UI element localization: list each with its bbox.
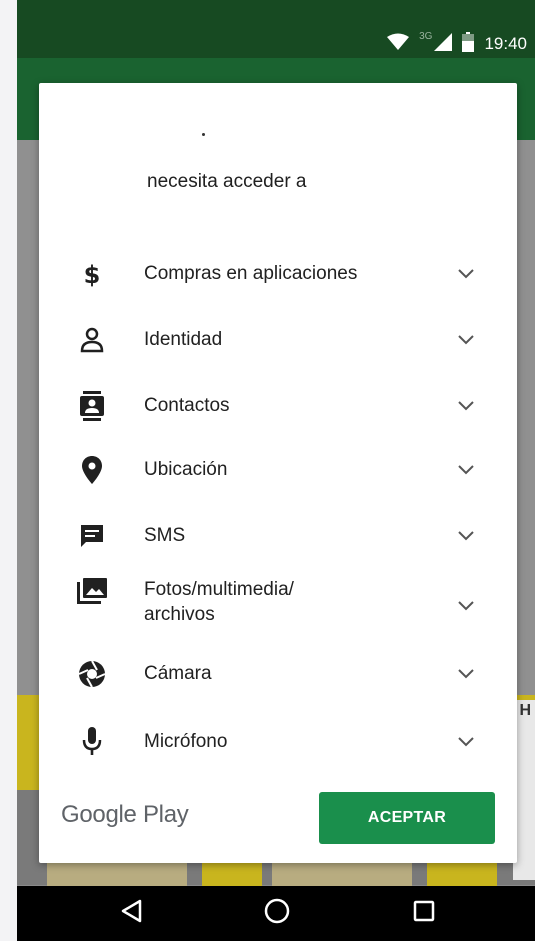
camera-icon xyxy=(77,659,107,689)
navigation-bar xyxy=(17,886,535,941)
chevron-down-icon[interactable] xyxy=(454,662,478,686)
background-thumbnail xyxy=(202,862,262,886)
google-play-brand: Google Play xyxy=(61,801,189,828)
permission-label: Identidad xyxy=(144,329,223,350)
permission-item-camera[interactable]: Cámara xyxy=(39,646,517,702)
recents-icon xyxy=(413,900,435,927)
dollar-icon: $ xyxy=(77,259,107,289)
permission-item-sms[interactable]: SMS xyxy=(39,508,517,564)
chevron-down-icon[interactable] xyxy=(454,730,478,754)
chevron-down-icon[interactable] xyxy=(454,394,478,418)
permissions-dialog: . necesita acceder a $ Compras en aplica… xyxy=(39,83,517,863)
network-type-label: 3G xyxy=(419,31,433,42)
svg-text:$: $ xyxy=(84,261,101,288)
wifi-icon xyxy=(387,33,410,56)
chevron-down-icon[interactable] xyxy=(454,328,478,352)
background-thumbnail xyxy=(47,862,187,886)
phone-screen: 3G 19:40 H . necesita acceder a $ Compra… xyxy=(17,0,535,941)
microphone-icon xyxy=(77,727,107,757)
home-icon xyxy=(264,898,290,929)
permission-label: SMS xyxy=(144,525,186,546)
back-button[interactable] xyxy=(101,886,161,941)
chevron-down-icon[interactable] xyxy=(454,524,478,548)
background-thumbnail xyxy=(272,862,412,886)
sms-icon xyxy=(77,521,107,551)
permission-item-storage[interactable]: Fotos/multimedia/ archivos xyxy=(39,572,517,646)
permission-label: Micrófono xyxy=(144,731,228,752)
contacts-icon xyxy=(77,391,107,421)
permission-item-contacts[interactable]: Contactos xyxy=(39,378,517,434)
permission-label: Compras en aplicaciones xyxy=(144,263,358,284)
chevron-down-icon[interactable] xyxy=(454,458,478,482)
battery-icon xyxy=(462,31,475,57)
permission-item-in-app-purchases[interactable]: $ Compras en aplicaciones xyxy=(39,246,517,302)
back-icon xyxy=(120,899,142,928)
permission-item-location[interactable]: Ubicación xyxy=(39,442,517,498)
permission-label: Cámara xyxy=(144,663,212,684)
person-icon xyxy=(77,325,107,355)
permission-item-microphone[interactable]: Micrófono xyxy=(39,714,517,770)
location-pin-icon xyxy=(77,455,107,485)
photos-icon xyxy=(77,577,107,607)
status-bar: 3G 19:40 xyxy=(17,0,535,58)
permission-label: Fotos/multimedia/ xyxy=(144,579,294,600)
chevron-down-icon[interactable] xyxy=(454,594,478,618)
dialog-subtitle: necesita acceder a xyxy=(147,171,307,192)
cell-signal-icon xyxy=(434,32,453,56)
permission-item-identity[interactable]: Identidad xyxy=(39,312,517,368)
accept-button[interactable]: ACEPTAR xyxy=(319,792,495,844)
app-name: . xyxy=(202,133,205,136)
home-button[interactable] xyxy=(247,886,307,941)
chevron-down-icon[interactable] xyxy=(454,262,478,286)
background-thumbnail xyxy=(427,862,497,886)
permission-label: Ubicación xyxy=(144,459,228,480)
status-time: 19:40 xyxy=(484,34,527,53)
permission-label-line2: archivos xyxy=(144,604,215,625)
background-card-letter: H xyxy=(519,702,531,719)
permission-label: Contactos xyxy=(144,395,230,416)
status-icons: 3G 19:40 xyxy=(387,30,527,58)
recents-button[interactable] xyxy=(394,886,454,941)
